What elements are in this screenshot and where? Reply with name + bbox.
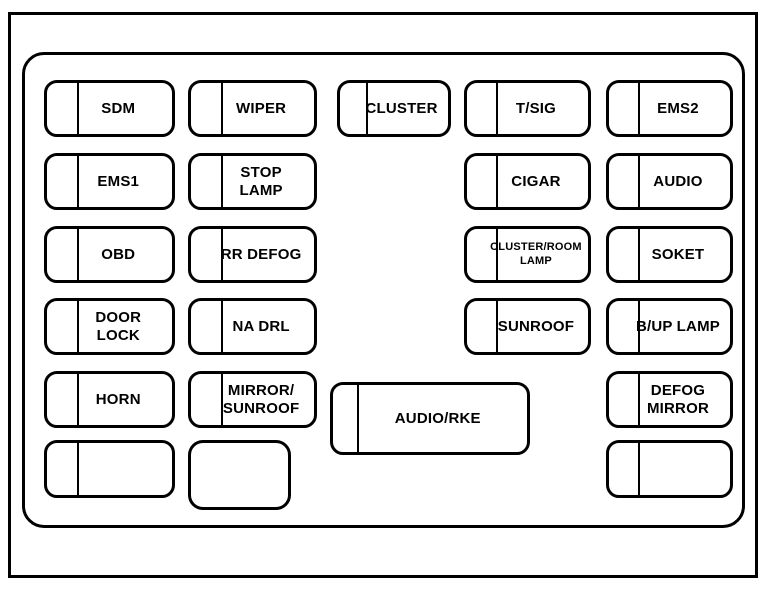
fuse-slot-cluster-room-lamp[interactable]: CLUSTER/ROOM LAMP — [464, 226, 591, 283]
fuse-divider-line — [77, 153, 79, 210]
fuse-label-audio-rke: AUDIO/RKE — [394, 409, 481, 427]
fuse-slot-sdm[interactable]: SDM — [44, 80, 175, 137]
fuse-slot-mirror-sunroof[interactable]: MIRROR/ SUNROOF — [188, 371, 317, 428]
fuse-slot-wiper[interactable]: WIPER — [188, 80, 317, 137]
fuse-slot-t-sig[interactable]: T/SIG — [464, 80, 591, 137]
fuse-label-cluster: CLUSTER — [365, 99, 438, 117]
fuse-slot-horn[interactable]: HORN — [44, 371, 175, 428]
fuse-slot-ems1[interactable]: EMS1 — [44, 153, 175, 210]
fuse-slot-soket[interactable]: SOKET — [606, 226, 733, 283]
fuse-slot-sunroof[interactable]: SUNROOF — [464, 298, 591, 355]
fuse-label-na-drl: NA DRL — [232, 317, 290, 335]
fuse-label-bup-lamp: B/UP LAMP — [635, 317, 720, 335]
fuse-label-soket: SOKET — [651, 245, 705, 263]
fuse-slot-cluster[interactable]: CLUSTER — [337, 80, 451, 137]
fuse-slot-bup-lamp[interactable]: B/UP LAMP — [606, 298, 733, 355]
fuse-label-audio: AUDIO — [653, 172, 703, 190]
fuse-label-horn: HORN — [95, 390, 141, 408]
fuse-label-defog-mirror: DEFOG MIRROR — [646, 382, 709, 417]
fuse-slot-stop-lamp[interactable]: STOP LAMP — [188, 153, 317, 210]
fuse-label-t-sig: T/SIG — [515, 99, 557, 117]
fuse-divider-line — [77, 226, 79, 283]
fuse-label-cluster-room-lamp: CLUSTER/ROOM LAMP — [490, 241, 582, 267]
fuse-label-ems2: EMS2 — [657, 99, 699, 117]
fuse-slot-col5-blank[interactable] — [606, 440, 733, 498]
fuse-label-ems1: EMS1 — [97, 172, 140, 190]
fuse-slot-rr-defog[interactable]: RR DEFOG — [188, 226, 317, 283]
fuse-slot-col1-blank[interactable] — [44, 440, 175, 498]
fuse-divider-line — [638, 440, 641, 498]
fuse-label-stop-lamp: STOP LAMP — [239, 164, 283, 199]
fuse-slot-cigar[interactable]: CIGAR — [464, 153, 591, 210]
fuse-box-diagram: SDM EMS1 OBD DOOR LOCK HORN WIPER STOP LAMP RR … — [0, 0, 768, 589]
fuse-label-door-lock: DOOR LOCK — [95, 309, 142, 344]
fuse-label-obd: OBD — [101, 245, 136, 263]
fuse-divider-line — [496, 80, 499, 137]
fuse-slot-defog-mirror[interactable]: DEFOG MIRROR — [606, 371, 733, 428]
fuse-divider-line — [77, 80, 79, 137]
fuse-slot-na-drl[interactable]: NA DRL — [188, 298, 317, 355]
fuse-label-mirror-sunroof: MIRROR/ SUNROOF — [222, 382, 300, 417]
fuse-slot-audio[interactable]: AUDIO — [606, 153, 733, 210]
fuse-label-wiper: WIPER — [236, 99, 287, 117]
fuse-slot-obd[interactable]: OBD — [44, 226, 175, 283]
fuse-divider-line — [77, 440, 79, 498]
fuse-slot-ems2[interactable]: EMS2 — [606, 80, 733, 137]
fuse-label-cigar: CIGAR — [511, 172, 561, 190]
fuse-label-sunroof: SUNROOF — [497, 317, 575, 335]
fuse-label-sdm: SDM — [101, 99, 136, 117]
fuse-divider-line — [357, 382, 360, 455]
fuse-label-rr-defog: RR DEFOG — [220, 245, 302, 263]
fuse-slot-col2-blank-square[interactable] — [188, 440, 291, 510]
fuse-slot-audio-rke[interactable]: AUDIO/RKE — [330, 382, 530, 455]
fuse-slot-door-lock[interactable]: DOOR LOCK — [44, 298, 175, 355]
